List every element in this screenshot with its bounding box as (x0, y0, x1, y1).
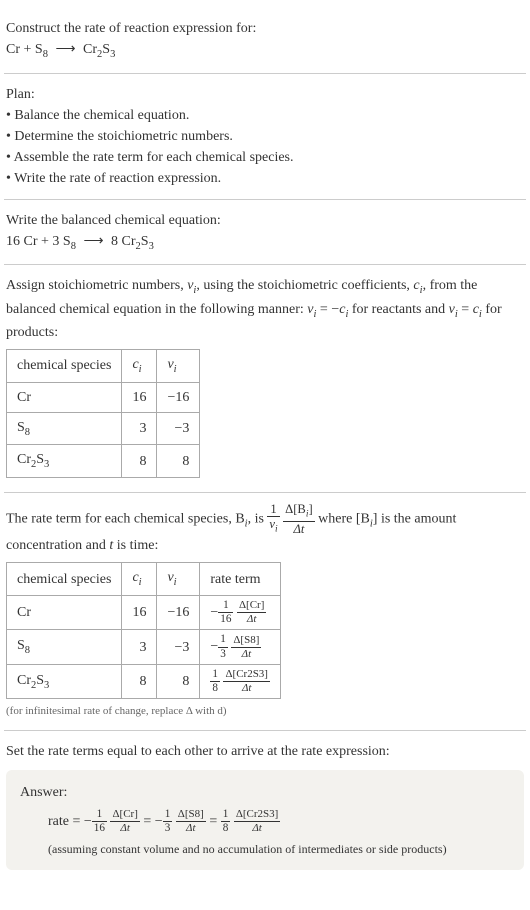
cell-species: Cr2S3 (7, 445, 122, 478)
plan-item: • Determine the stoichiometric numbers. (6, 126, 524, 147)
cell-rateterm: 18 Δ[Cr2S3]Δt (200, 664, 281, 698)
table-row: Cr 16 −16 −116 Δ[Cr]Δt (7, 595, 281, 629)
cell-nui: −16 (157, 595, 200, 629)
cell-nui: −3 (157, 412, 200, 445)
col-ci: ci (122, 350, 157, 383)
answer-equation: rate = −116 Δ[Cr]Δt = −13 Δ[S8]Δt = 18 Δ… (20, 809, 510, 834)
stoich-section: Assign stoichiometric numbers, νi, using… (4, 265, 526, 493)
plan-item: • Balance the chemical equation. (6, 105, 524, 126)
reaction-arrow-icon: ⟶ (79, 234, 107, 249)
answer-box: Answer: rate = −116 Δ[Cr]Δt = −13 Δ[S8]Δ… (6, 770, 524, 870)
balanced-heading: Write the balanced chemical equation: (6, 210, 524, 231)
cell-nui: 8 (157, 445, 200, 478)
col-nui: νi (157, 563, 200, 596)
final-heading: Set the rate terms equal to each other t… (6, 741, 524, 762)
cell-ci: 8 (122, 445, 157, 478)
cell-species: Cr (7, 595, 122, 629)
fraction: Δ[Bi]Δt (283, 503, 315, 536)
cell-rateterm: −116 Δ[Cr]Δt (200, 595, 281, 629)
unbalanced-equation: Cr + S8 ⟶ Cr2S3 (6, 39, 524, 63)
prompt-text: Construct the rate of reaction expressio… (6, 18, 524, 39)
cell-ci: 3 (122, 630, 157, 664)
product-cr2s3: Cr2S3 (83, 42, 115, 57)
stoich-text: Assign stoichiometric numbers, νi, using… (6, 275, 524, 343)
cell-species: Cr (7, 382, 122, 412)
cell-nui: −3 (157, 630, 200, 664)
intro-section: Construct the rate of reaction expressio… (4, 8, 526, 74)
table-row: S8 3 −3 −13 Δ[S8]Δt (7, 630, 281, 664)
infinitesimal-note: (for infinitesimal rate of change, repla… (6, 703, 524, 720)
rateterm-table: chemical species ci νi rate term Cr 16 −… (6, 562, 281, 699)
rateterm-section: The rate term for each chemical species,… (4, 493, 526, 731)
cell-nui: −16 (157, 382, 200, 412)
plan-heading: Plan: (6, 84, 524, 105)
reactant-s8: S8 (35, 42, 48, 57)
cell-rateterm: −13 Δ[S8]Δt (200, 630, 281, 664)
final-section: Set the rate terms equal to each other t… (4, 731, 526, 880)
col-nui: νi (157, 350, 200, 383)
table-row: Cr2S3 8 8 18 Δ[Cr2S3]Δt (7, 664, 281, 698)
plan-item: • Assemble the rate term for each chemic… (6, 147, 524, 168)
cell-nui: 8 (157, 664, 200, 698)
cell-species: S8 (7, 412, 122, 445)
table-row: Cr 16 −16 (7, 382, 200, 412)
col-species: chemical species (7, 350, 122, 383)
plan-item: • Write the rate of reaction expression. (6, 168, 524, 189)
balanced-equation: 16 Cr + 3 S8 ⟶ 8 Cr2S3 (6, 231, 524, 255)
plan-section: Plan: • Balance the chemical equation. •… (4, 74, 526, 200)
reaction-arrow-icon: ⟶ (51, 42, 79, 57)
answer-label: Answer: (20, 782, 510, 803)
table-header-row: chemical species ci νi (7, 350, 200, 383)
fraction: 1νi (267, 503, 279, 536)
balanced-section: Write the balanced chemical equation: 16… (4, 200, 526, 266)
table-row: Cr2S3 8 8 (7, 445, 200, 478)
answer-note: (assuming constant volume and no accumul… (20, 840, 510, 858)
rateterm-text: The rate term for each chemical species,… (6, 503, 524, 557)
cell-ci: 3 (122, 412, 157, 445)
cell-ci: 16 (122, 382, 157, 412)
col-species: chemical species (7, 563, 122, 596)
table-header-row: chemical species ci νi rate term (7, 563, 281, 596)
stoich-table: chemical species ci νi Cr 16 −16 S8 3 −3… (6, 349, 200, 478)
col-ci: ci (122, 563, 157, 596)
cell-ci: 8 (122, 664, 157, 698)
table-row: S8 3 −3 (7, 412, 200, 445)
cell-species: S8 (7, 630, 122, 664)
col-rateterm: rate term (200, 563, 281, 596)
reactant-cr: Cr (6, 42, 20, 57)
cell-ci: 16 (122, 595, 157, 629)
cell-species: Cr2S3 (7, 664, 122, 698)
